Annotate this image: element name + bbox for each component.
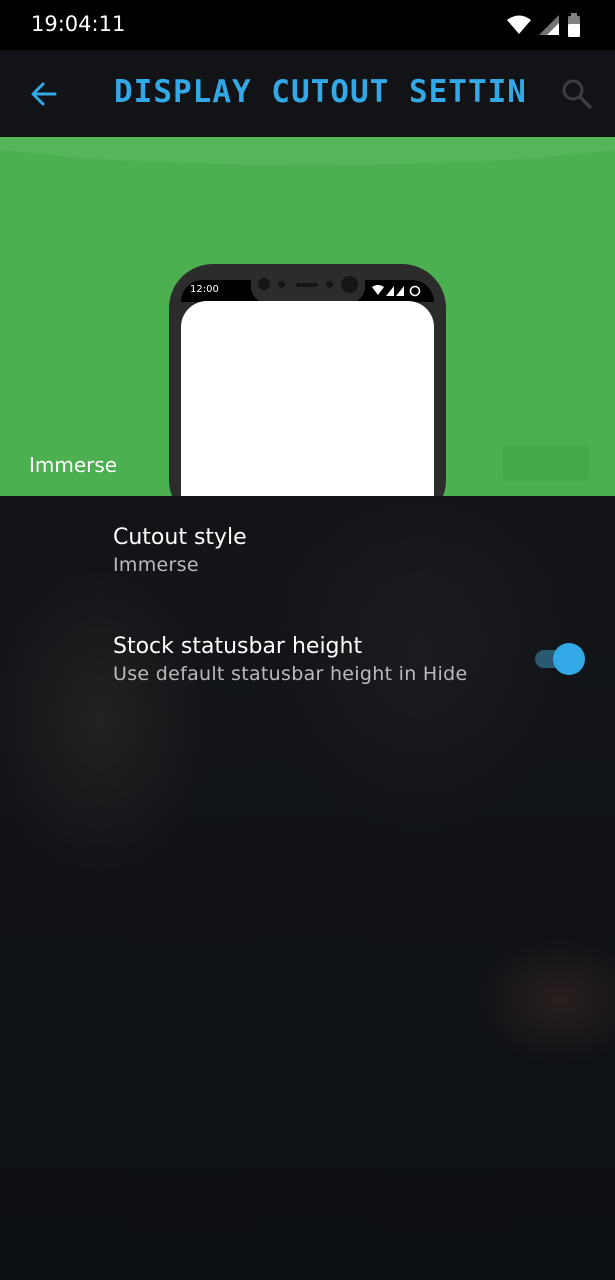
wifi-icon	[507, 15, 531, 34]
preview-wave	[0, 137, 615, 165]
page-title: DISPLAY CUTOUT SETTIN…	[114, 74, 524, 110]
app-bar: DISPLAY CUTOUT SETTIN…	[0, 50, 615, 137]
notch-speaker-icon	[296, 283, 318, 287]
preview-button[interactable]	[503, 445, 589, 481]
status-bar: 19:04:11	[0, 0, 615, 50]
status-time: 19:04:11	[31, 12, 126, 36]
setting-title: Cutout style	[113, 525, 247, 550]
phone-time: 12:00	[190, 284, 219, 295]
phone-status-icons	[372, 285, 421, 297]
setting-summary: Use default statusbar height in Hide	[113, 663, 468, 685]
signal-icon	[539, 15, 559, 35]
cutout-preview: 12:00 Immerse	[0, 137, 615, 496]
toggle-thumb	[553, 643, 585, 675]
setting-stock-statusbar-height[interactable]: Stock statusbar height Use default statu…	[113, 633, 467, 687]
battery-icon	[568, 13, 580, 37]
setting-cutout-style[interactable]: Cutout style Immerse	[113, 524, 247, 578]
search-icon[interactable]	[560, 77, 594, 111]
notch-sensor-icon	[326, 281, 333, 288]
phone-mockup: 12:00	[169, 264, 446, 496]
phone-screen	[181, 301, 434, 496]
display-notch	[251, 275, 365, 303]
notch-camera-icon	[258, 278, 270, 290]
back-arrow-icon[interactable]	[28, 78, 60, 110]
setting-summary: Immerse	[113, 554, 199, 576]
setting-title: Stock statusbar height	[113, 634, 363, 659]
preview-mode-label: Immerse	[29, 453, 118, 477]
notch-camera-icon	[341, 276, 358, 293]
notch-sensor-icon	[278, 281, 285, 288]
status-icons	[507, 13, 581, 37]
statusbar-height-toggle[interactable]	[533, 643, 585, 675]
